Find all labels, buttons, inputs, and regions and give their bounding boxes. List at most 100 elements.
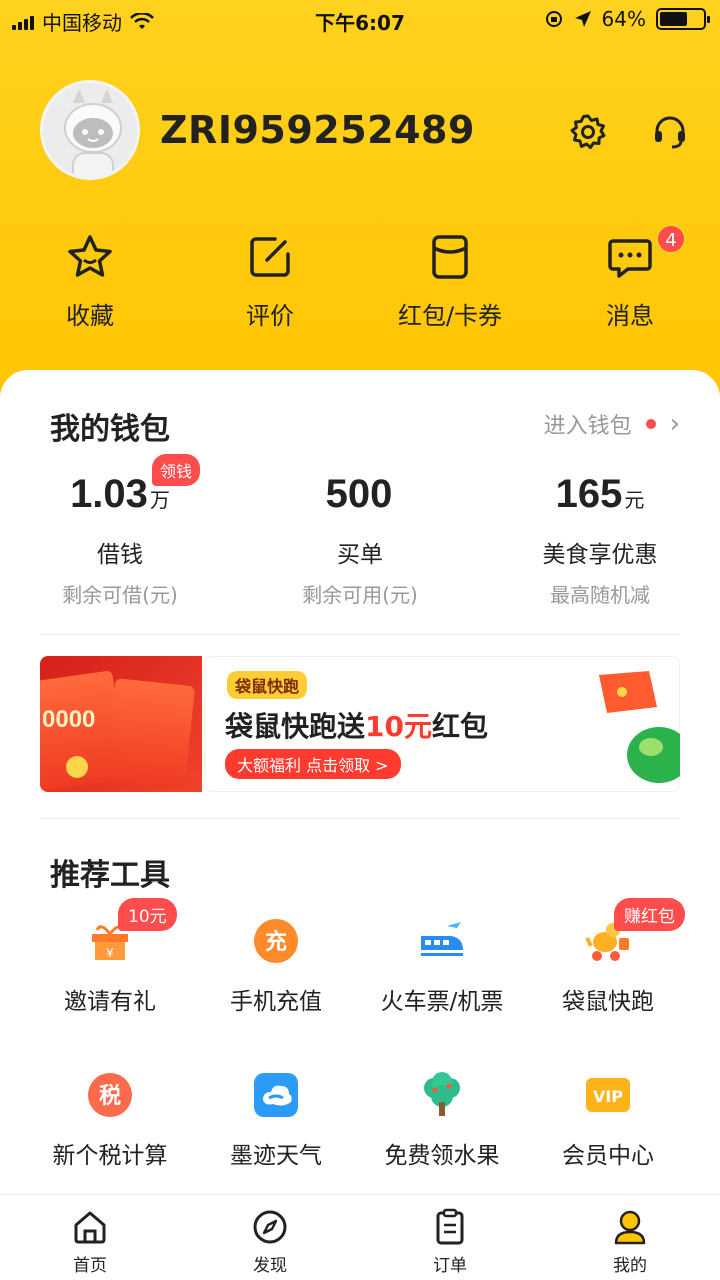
quick-actions: 收藏 评价 红包/卡券 消息 4 [0,224,720,342]
quick-action-label: 消息 [606,302,654,330]
coupon-icon [432,235,468,279]
divider [40,818,680,819]
tool-vip[interactable]: VIP 会员中心 [518,1070,698,1170]
headline-text: 红包 [431,710,488,743]
headline-highlight: 10元 [365,710,432,743]
tool-label: 免费领水果 [384,1143,500,1169]
tool-label: 手机充值 [230,989,322,1015]
banner-headline: 袋鼠快跑送10元红包 [225,705,488,745]
tool-weather[interactable]: 墨迹天气 [186,1070,366,1170]
tool-fruit[interactable]: 免费领水果 [352,1070,532,1170]
tool-kangaroo[interactable]: 袋鼠快跑 [518,916,698,1016]
status-bar: 中国移动 下午6:07 64% [0,0,720,40]
tool-label: 新个税计算 [52,1143,168,1169]
bottom-tab-bar: 首页 发现 订单 我的 [0,1194,720,1280]
stat-subtitle: 最高随机减 [550,583,650,607]
tab-label: 首页 [73,1256,107,1276]
banner-decoration-icon [599,671,680,783]
stat-name: 美食享优惠 [542,542,658,568]
recharge-glyph: 充 [265,929,287,955]
tax-glyph: 税 [99,1083,121,1109]
tool-label: 袋鼠快跑 [562,989,654,1015]
tax-icon: 税 [88,1073,132,1117]
wallet-stat-pay[interactable]: 500 买单 剩余可用(元) [240,472,480,608]
customer-service-icon[interactable] [650,112,690,152]
envelope-shape [104,678,196,790]
tab-discover[interactable]: 发现 [180,1195,360,1280]
fruit-tree-icon [424,1072,460,1116]
message-badge: 4 [656,224,686,254]
tool-invite[interactable]: ¥ 邀请有礼 [20,916,200,1016]
coin-icon [66,756,88,778]
weather-icon [254,1073,298,1117]
promo-banner[interactable]: 0000 袋鼠快跑 袋鼠快跑送10元红包 大额福利 点击领取 > [40,656,680,792]
message-icon [608,239,652,278]
compass-icon [253,1210,287,1244]
quick-action-label: 收藏 [66,302,114,330]
wallet-stat-borrow[interactable]: 1.03 万 借钱 剩余可借(元) [0,472,240,608]
vip-glyph: VIP [593,1087,623,1106]
username: ZRI959252489 [160,108,475,152]
location-icon [574,11,591,27]
tool-recharge[interactable]: 充 手机充值 [186,916,366,1016]
train-plane-icon [421,922,463,956]
tab-mine[interactable]: 我的 [540,1195,720,1280]
edit-icon [250,237,290,277]
star-icon [68,235,112,277]
quick-action-review[interactable]: 评价 [180,232,360,342]
main-card: 我的钱包 进入钱包 › 1.03 万 借钱 剩余可借(元) 领钱 500 买单 剩… [0,370,720,1200]
stat-value: 500 [325,472,393,516]
tab-orders[interactable]: 订单 [360,1195,540,1280]
envelope-amount: 0000 [42,706,96,733]
stat-name: 买单 [337,542,383,568]
wallet-title: 我的钱包 [50,412,170,447]
tool-label: 邀请有礼 [64,989,156,1015]
order-icon [436,1208,464,1245]
avatar[interactable] [40,80,140,180]
recharge-icon: 充 [254,919,298,963]
settings-gear-icon[interactable] [568,112,608,152]
invite-tag: 10元 [118,898,177,931]
stat-value: 1.03 [70,472,148,516]
stat-name: 借钱 [97,542,143,568]
quick-action-messages[interactable]: 消息 4 [540,224,720,342]
tool-train-plane[interactable]: 火车票/机票 [352,916,532,1016]
stat-unit: 元 [624,488,645,512]
tool-label: 墨迹天气 [230,1143,322,1169]
quick-action-favorites[interactable]: 收藏 [0,232,180,342]
tool-label: 会员中心 [562,1143,654,1169]
battery-fill [660,12,687,26]
stat-unit: 万 [149,488,170,512]
tab-home[interactable]: 首页 [0,1195,180,1280]
tab-label: 我的 [613,1256,647,1276]
red-envelope-image: 0000 [40,656,202,792]
stat-subtitle: 剩余可借(元) [62,583,178,607]
tool-tax[interactable]: 税 新个税计算 [20,1070,200,1170]
banner-cta-button[interactable]: 大额福利 点击领取 > [225,749,401,779]
enter-wallet-link[interactable]: 进入钱包 › [544,408,680,440]
notification-dot [645,419,656,429]
orientation-lock-icon [545,11,562,27]
stat-subtitle: 剩余可用(元) [302,583,418,607]
quick-action-label: 红包/卡券 [397,302,503,330]
stat-value: 165 [555,472,623,516]
banner-logo: 袋鼠快跑 [227,671,308,699]
quick-action-label: 评价 [246,302,294,330]
wallet-stat-food[interactable]: 165 元 美食享优惠 最高随机减 [480,472,720,608]
divider [40,634,680,635]
tab-label: 发现 [253,1256,287,1276]
enter-wallet-label: 进入钱包 [543,414,632,439]
headline-text: 袋鼠快跑送 [225,710,366,743]
chevron-right-icon: › [669,409,680,439]
borrow-tag: 领钱 [152,454,201,486]
robot-avatar-icon [43,83,137,177]
battery-percent: 64% [601,7,646,31]
profile-header: 中国移动 下午6:07 64% ZRI959252489 收藏 评价 红包/卡券… [0,0,720,420]
svg-text:¥: ¥ [106,946,114,960]
kangaroo-tag: 赚红包 [614,898,685,931]
profile-icon [614,1210,646,1245]
vip-icon: VIP [586,1078,630,1112]
quick-action-coupons[interactable]: 红包/卡券 [360,232,540,342]
banner-content: 袋鼠快跑 袋鼠快跑送10元红包 大额福利 点击领取 > [204,656,680,792]
tools-title: 推荐工具 [50,858,170,893]
